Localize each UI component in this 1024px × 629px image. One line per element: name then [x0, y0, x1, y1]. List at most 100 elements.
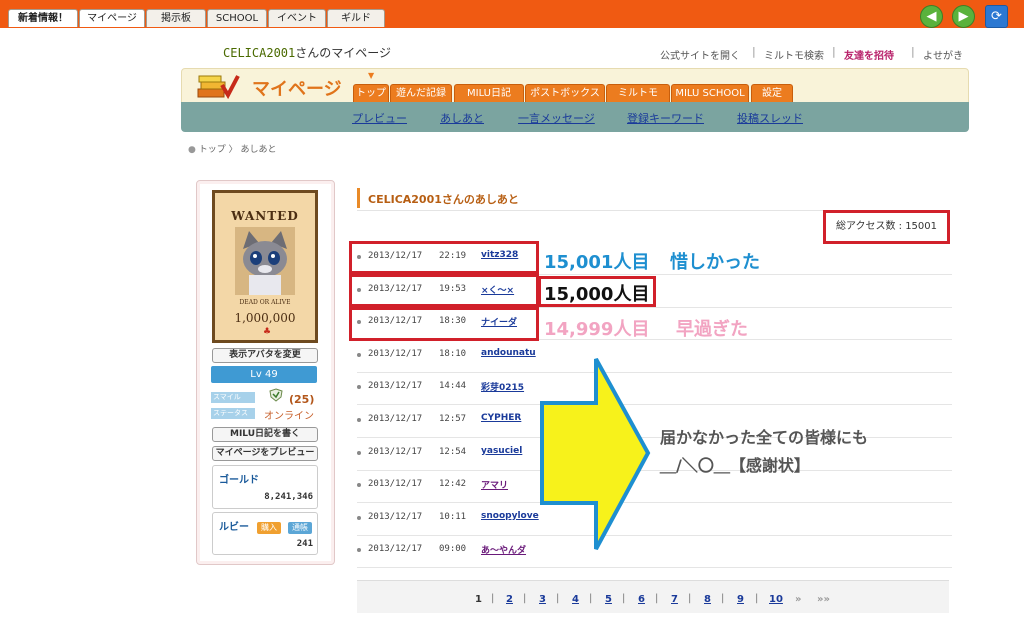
last-page-icon[interactable]: »»	[817, 594, 830, 605]
visit-date: 2013/12/17	[368, 414, 423, 424]
ruby-label: ルビー	[219, 522, 249, 533]
cat-avatar-icon	[235, 227, 295, 295]
highlight-box	[349, 241, 539, 274]
page-link[interactable]: 4	[572, 594, 579, 605]
gold-label: ゴールド	[219, 475, 259, 486]
refresh-icon[interactable]: ⟳	[985, 5, 1008, 28]
wanted-poster-avatar: WANTED DEAD OR ALIVE 1,000,000 ♣	[212, 190, 318, 343]
breadcrumb: ● トップ 〉 あしあと	[188, 142, 277, 155]
gold-box: ゴールド 8,241,346	[212, 465, 318, 509]
tab-board[interactable]: 掲示板	[146, 9, 206, 27]
bullet-icon	[357, 385, 361, 390]
annotation-too-early: 早過ぎた	[676, 319, 748, 340]
tab-school[interactable]: SCHOOL	[207, 9, 267, 27]
visit-date: 2013/12/17	[368, 381, 423, 392]
ruby-buy-button[interactable]: 購入	[257, 522, 281, 534]
annotation-15000: 15,000人目	[544, 284, 650, 305]
visitor-name-link[interactable]: CYPHER	[481, 413, 521, 423]
page-link[interactable]: 6	[638, 594, 645, 605]
bullet-icon	[357, 515, 361, 520]
subnav-message[interactable]: 一言メッセージ	[518, 110, 595, 126]
official-site-link[interactable]: 公式サイトを開く	[660, 47, 740, 62]
mypage-title: マイページ	[252, 79, 342, 100]
page-link[interactable]: 3	[539, 594, 546, 605]
visit-time: 09:00	[439, 544, 467, 555]
nav-tab-friends[interactable]: ミルトモ	[606, 84, 670, 103]
forward-icon[interactable]: ▶	[952, 5, 975, 28]
nav-tab-diary[interactable]: MILU日記	[454, 84, 524, 103]
page-link[interactable]: 9	[737, 594, 744, 605]
footprints-title: CELICA2001さんのあしあと	[368, 193, 519, 206]
subnav-preview[interactable]: プレビュー	[352, 110, 407, 126]
thanks-line-1: 届かなかった全ての皆様にも	[660, 428, 869, 447]
page-link[interactable]: 8	[704, 594, 711, 605]
visit-time: 12:42	[439, 479, 467, 490]
page-link[interactable]: 10	[769, 594, 783, 605]
visitor-name-link[interactable]: snoopylove	[481, 511, 539, 521]
visitor-name-link[interactable]: andounatu	[481, 348, 536, 358]
visit-date: 2013/12/17	[368, 544, 423, 555]
invite-friend-link[interactable]: 友達を招待	[844, 47, 894, 62]
highlight-box	[349, 307, 539, 341]
breadcrumb-home[interactable]: トップ	[199, 145, 226, 155]
page-title: CELICA2001さんのマイページ	[223, 44, 391, 61]
visit-date: 2013/12/17	[368, 479, 423, 490]
username: CELICA2001	[223, 46, 296, 60]
tab-news[interactable]: 新着情報！	[8, 9, 78, 27]
nav-top: マイページ ▼ トップ 遊んだ記録 MILU日記 ポストボックス ミルトモ MI…	[181, 68, 969, 104]
footprint-row: 2013/12/17 14:44 彩芽0215	[357, 371, 952, 406]
subnav-threads[interactable]: 投稿スレッド	[737, 110, 803, 126]
visit-time: 12:57	[439, 414, 467, 424]
bullet-icon	[357, 352, 361, 357]
visitor-name-link[interactable]: アマリ	[481, 478, 508, 491]
ruby-history-button[interactable]: 通帳	[288, 522, 312, 534]
bullet-icon	[357, 450, 361, 455]
page-divider: |	[688, 593, 692, 604]
nav-tab-school[interactable]: MILU SCHOOL	[671, 84, 749, 103]
tab-mypage[interactable]: マイページ	[79, 9, 145, 27]
page-link[interactable]: 5	[605, 594, 612, 605]
title-suffix: さんのマイページ	[295, 46, 392, 60]
nav-tab-play-record[interactable]: 遊んだ記録	[390, 84, 452, 103]
tab-guild[interactable]: ギルド	[327, 9, 385, 27]
footprints-title-bar: CELICA2001さんのあしあと	[357, 188, 952, 208]
ruby-box: ルビー 購入 通帳 241	[212, 512, 318, 555]
bullet-icon	[357, 418, 361, 422]
preview-mypage-button[interactable]: マイページをプレビュー	[212, 446, 318, 461]
nav-tab-top[interactable]: トップ	[353, 84, 389, 103]
subnav-keywords[interactable]: 登録キーワード	[627, 110, 704, 126]
next-page-icon[interactable]: »	[795, 594, 801, 605]
yosegaki-link[interactable]: よせがき	[923, 47, 963, 62]
footprint-row: 2013/12/17 09:00 あ～やんダ	[357, 534, 952, 569]
friend-search-link[interactable]: ミルトモ検索	[764, 47, 824, 62]
visitor-name-link[interactable]: 彩芽0215	[481, 380, 524, 393]
bullet-icon	[357, 483, 361, 488]
header-divider: |	[832, 45, 836, 58]
nav-tab-settings[interactable]: 設定	[751, 84, 793, 103]
page-divider: |	[721, 593, 725, 604]
page-divider: |	[622, 593, 626, 604]
bounty-amount: 1,000,000	[234, 311, 296, 325]
visitor-name-link[interactable]: あ～やんダ	[481, 543, 526, 556]
page-divider: |	[589, 593, 593, 604]
visit-time: 10:11	[439, 511, 467, 522]
page-link[interactable]: 7	[671, 594, 678, 605]
books-logo-icon	[196, 73, 240, 101]
gold-amount: 8,241,346	[264, 492, 313, 502]
mypage-nav: マイページ ▼ トップ 遊んだ記録 MILU日記 ポストボックス ミルトモ MI…	[181, 68, 969, 132]
subnav-footprints[interactable]: あしあと	[440, 110, 484, 126]
back-icon[interactable]: ◀	[920, 5, 943, 28]
shield-icon	[268, 388, 284, 402]
nav-tab-postbox[interactable]: ポストボックス	[525, 84, 605, 103]
change-avatar-button[interactable]: 表示アバタを変更	[212, 348, 318, 363]
visit-date: 2013/12/17	[368, 511, 423, 522]
total-access-count: 総アクセス数 : 15001	[823, 210, 950, 244]
page-link[interactable]: 2	[506, 594, 513, 605]
status-label: ステータス	[211, 408, 255, 419]
visitor-name-link[interactable]: yasuciel	[481, 446, 522, 456]
write-diary-button[interactable]: MILU日記を書く	[212, 427, 318, 442]
tab-event[interactable]: イベント	[268, 9, 326, 27]
visit-time: 12:54	[439, 446, 467, 457]
page-divider: |	[556, 593, 560, 604]
page-divider: |	[523, 593, 527, 604]
